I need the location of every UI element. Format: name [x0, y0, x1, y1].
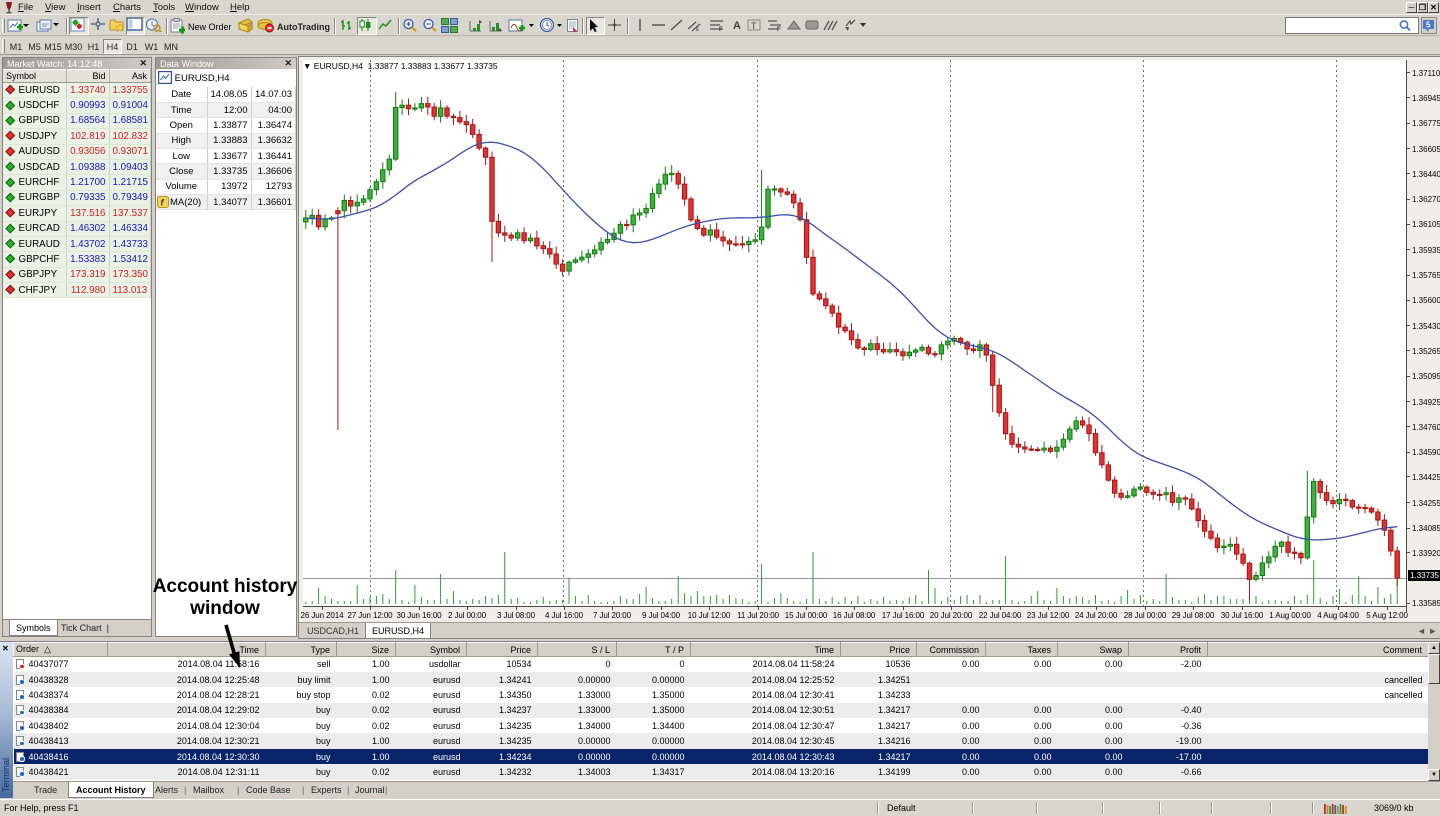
svg-text:A: A: [733, 20, 741, 32]
svg-text:E: E: [696, 27, 700, 32]
svg-text:5: 5: [1426, 21, 1431, 30]
svg-text:F: F: [777, 27, 781, 32]
svg-text:T: T: [751, 21, 757, 31]
svg-text:F: F: [719, 27, 723, 32]
